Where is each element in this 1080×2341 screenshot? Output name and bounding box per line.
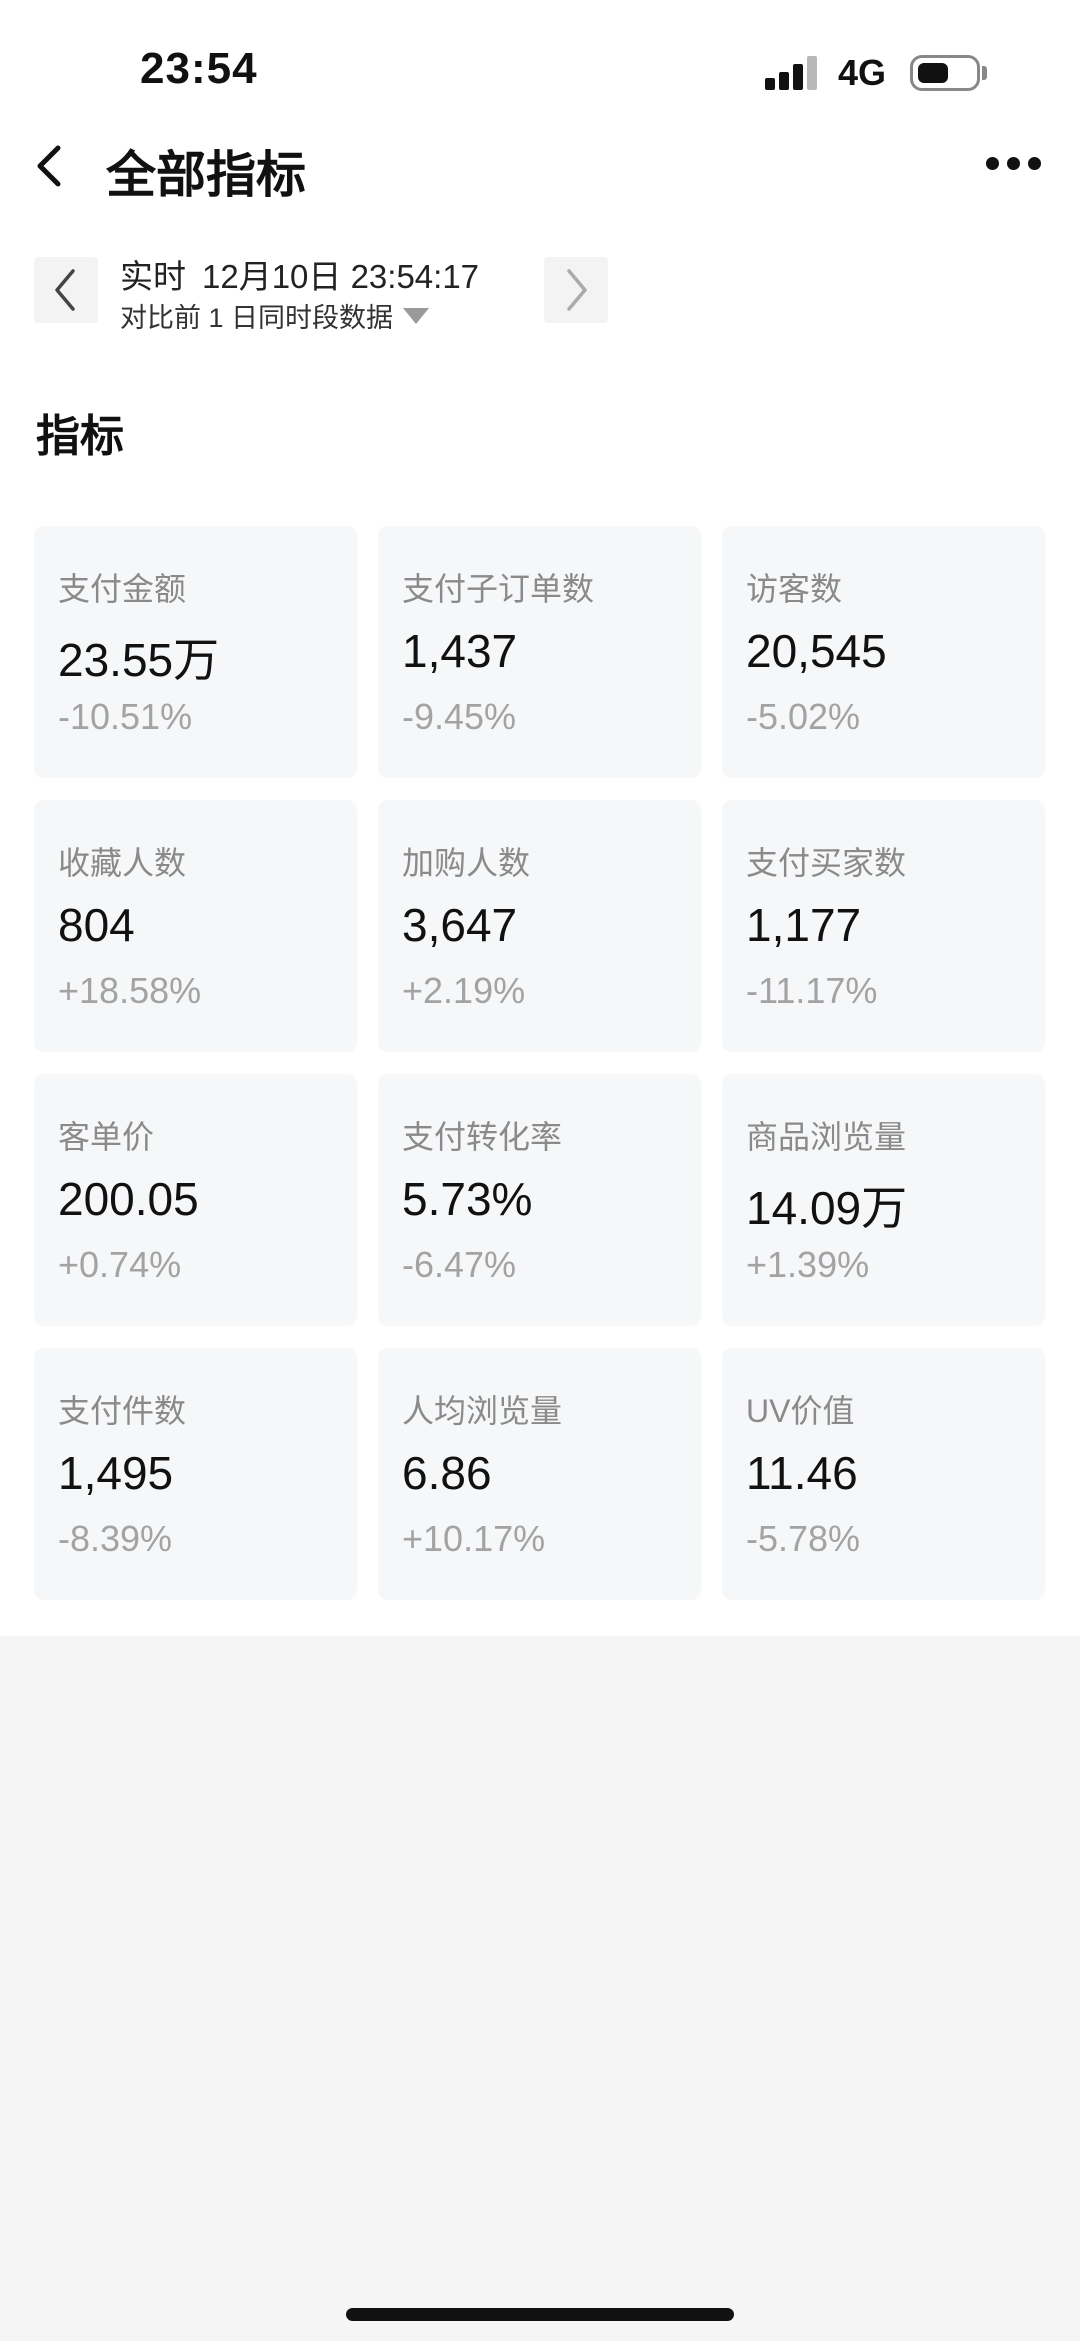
metric-change: -11.17%: [746, 970, 878, 1011]
metric-card[interactable]: 访客数 20,545 -5.02%: [722, 526, 1045, 778]
metric-label: 客单价: [58, 1119, 155, 1155]
metric-label: 支付子订单数: [402, 571, 595, 607]
next-day-button[interactable]: [544, 257, 608, 323]
chevron-left-icon: [37, 145, 61, 187]
metric-change: -9.45%: [402, 696, 517, 737]
metric-change: -6.47%: [402, 1244, 517, 1285]
more-dot-icon: [1028, 157, 1041, 170]
metric-card[interactable]: 支付件数 1,495 -8.39%: [34, 1348, 357, 1600]
previous-day-button[interactable]: [34, 257, 98, 323]
metric-value: 1,437: [402, 625, 518, 677]
metric-change: +1.39%: [746, 1244, 870, 1285]
metric-change: -10.51%: [58, 696, 193, 737]
metric-change: +2.19%: [402, 970, 526, 1011]
metric-card[interactable]: UV价值 11.46 -5.78%: [722, 1348, 1045, 1600]
metric-card[interactable]: 支付转化率 5.73% -6.47%: [378, 1074, 701, 1326]
metric-value: 6.86: [402, 1447, 492, 1499]
compare-text: 对比前 1 日同时段数据: [120, 303, 394, 333]
metric-label: 支付件数: [58, 1393, 187, 1429]
metric-change: -5.02%: [746, 696, 861, 737]
metric-value: 804: [58, 899, 135, 951]
section-title: 指标: [36, 412, 124, 461]
metric-label: 加购人数: [402, 845, 531, 881]
chevron-right-icon: [567, 269, 587, 311]
metric-card[interactable]: 收藏人数 804 +18.58%: [34, 800, 357, 1052]
metric-value: 200.05: [58, 1173, 199, 1225]
metric-label: 人均浏览量: [402, 1393, 563, 1429]
metric-change: +0.74%: [58, 1244, 182, 1285]
metric-label: 访客数: [746, 571, 843, 607]
metric-label: 收藏人数: [58, 845, 187, 881]
metric-value: 5.73%: [402, 1173, 533, 1225]
metric-change: +10.17%: [402, 1518, 546, 1559]
metric-card[interactable]: 客单价 200.05 +0.74%: [34, 1074, 357, 1326]
metric-value: 11.46: [746, 1447, 858, 1499]
metric-card[interactable]: 商品浏览量 14.09万 +1.39%: [722, 1074, 1045, 1326]
metric-label: 支付买家数: [746, 845, 907, 881]
home-indicator[interactable]: [346, 2308, 734, 2321]
battery-icon: [910, 55, 980, 91]
metric-card[interactable]: 支付买家数 1,177 -11.17%: [722, 800, 1045, 1052]
more-dot-icon: [1007, 157, 1020, 170]
metric-change: -8.39%: [58, 1518, 173, 1559]
metric-label: UV价值: [746, 1393, 855, 1429]
chevron-left-icon: [55, 269, 75, 311]
metric-label: 商品浏览量: [746, 1119, 907, 1155]
metric-change: +18.58%: [58, 970, 202, 1011]
metric-card[interactable]: 支付金额 23.55万 -10.51%: [34, 526, 357, 778]
compare-dropdown[interactable]: 对比前 1 日同时段数据: [120, 296, 430, 335]
page-title: 全部指标: [106, 147, 306, 203]
status-time: 23:54: [140, 44, 258, 93]
more-button[interactable]: [986, 154, 1042, 174]
caret-down-icon: [403, 307, 430, 324]
metric-value: 1,495: [58, 1447, 174, 1499]
metric-card[interactable]: 支付子订单数 1,437 -9.45%: [378, 526, 701, 778]
date-display[interactable]: 实时 12月10日 23:54:17: [120, 250, 479, 298]
datetime-text: 12月10日 23:54:17: [202, 258, 480, 295]
metric-card[interactable]: 人均浏览量 6.86 +10.17%: [378, 1348, 701, 1600]
page: 23:54 4G 全部指标 实时 12月10日 23:54:17 对比前 1 日同…: [0, 0, 1080, 2341]
back-button[interactable]: [28, 140, 72, 192]
metrics-grid: 支付金额 23.55万 -10.51% 支付子订单数 1,437 -9.45% 访客数 2…: [34, 526, 1047, 1600]
metric-card[interactable]: 加购人数 3,647 +2.19%: [378, 800, 701, 1052]
metric-value: 1,177: [746, 899, 862, 951]
metric-value: 14.09万: [746, 1182, 908, 1234]
metric-label: 支付金额: [58, 571, 187, 607]
battery-cap: [982, 66, 987, 80]
metric-label: 支付转化率: [402, 1119, 563, 1155]
metric-value: 3,647: [402, 899, 518, 951]
more-dot-icon: [986, 157, 999, 170]
metric-value: 20,545: [746, 625, 887, 677]
realtime-label: 实时: [120, 258, 186, 295]
network-type: 4G: [838, 52, 887, 93]
metric-value: 23.55万: [58, 634, 220, 686]
metric-change: -5.78%: [746, 1518, 861, 1559]
signal-icon: [765, 56, 819, 90]
